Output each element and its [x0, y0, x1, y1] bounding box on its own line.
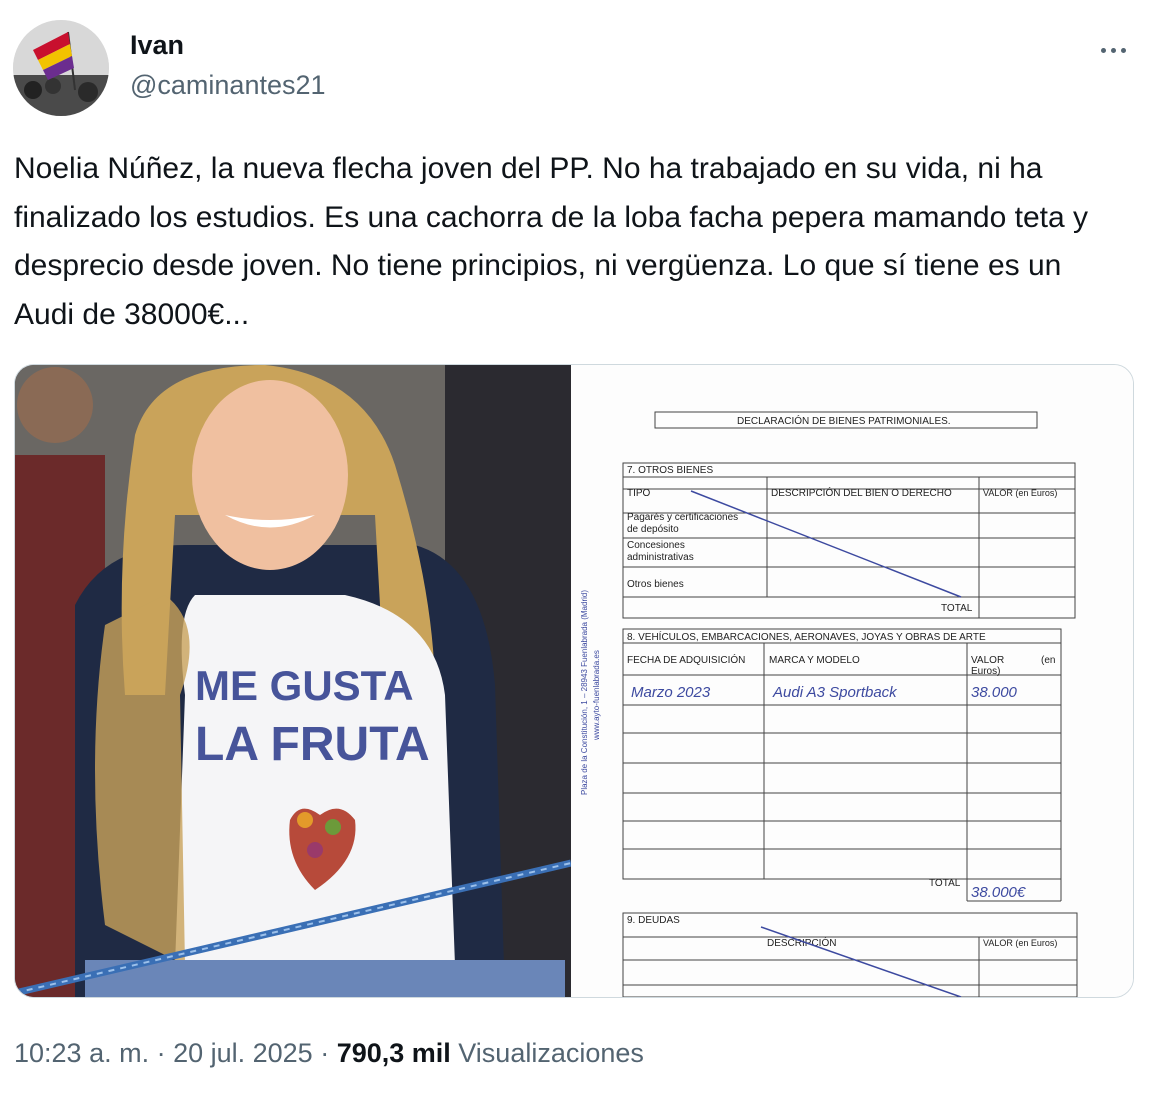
section8-col-date: FECHA DE ADQUISICIÓN — [627, 653, 745, 666]
section7-row-pagares: Pagarés y certificaciones — [627, 512, 738, 523]
views-count: 790,3 mil — [336, 1038, 451, 1068]
shirt-text-line2: LA FRUTA — [195, 718, 430, 771]
section9-col-value: VALOR (en Euros) — [983, 938, 1057, 948]
section9-col-description: DESCRIPCIÓN — [767, 936, 836, 949]
doc-side-website: www.ayto-fuenlabrada.es — [592, 650, 601, 741]
section7-heading: 7. OTROS BIENES — [627, 465, 713, 476]
views-label: Visualizaciones — [458, 1038, 644, 1068]
avatar-image — [13, 20, 109, 116]
asset-declaration-document[interactable]: DECLARACIÓN DE BIENES PATRIMONIALES. 7. … — [571, 365, 1133, 997]
section7-col-value: VALOR (en Euros) — [983, 488, 1057, 498]
author-name[interactable]: Ivan — [130, 30, 184, 61]
section7-total: TOTAL — [941, 603, 973, 614]
doc-title: DECLARACIÓN DE BIENES PATRIMONIALES. — [737, 414, 951, 427]
handwritten-date: Marzo 2023 — [631, 684, 711, 701]
section8-col-model: MARCA Y MODELO — [769, 655, 860, 666]
tweet-photo[interactable]: ME GUSTA LA FRUTA — [15, 365, 572, 997]
section7-col-description: DESCRIPCIÓN DEL BIEN O DERECHO — [771, 486, 952, 499]
section8-col-value: VALOR — [971, 655, 1004, 666]
section8-heading: 8. VEHÍCULOS, EMBARCACIONES, AERONAVES, … — [627, 630, 986, 643]
doc-side-address: Plaza de la Constitución, 1 – 28943 Fuen… — [580, 590, 589, 795]
more-options-icon[interactable] — [1094, 35, 1134, 65]
strike-line-section7 — [690, 490, 962, 598]
section7-row-concesiones: Concesiones — [627, 540, 685, 551]
section8-col-value-en: (en — [1041, 655, 1055, 666]
tweet-timestamp[interactable]: 10:23 a. m. · 20 jul. 2025 · — [14, 1038, 337, 1068]
tweet-media[interactable]: ME GUSTA LA FRUTA DECLARACIÓN DE BIENES … — [14, 364, 1134, 998]
section9-heading: 9. DEUDAS — [627, 915, 680, 926]
section8-total: TOTAL — [929, 878, 961, 889]
avatar[interactable] — [13, 20, 109, 116]
section7-col-type: TIPO — [627, 488, 651, 499]
handwritten-total: 38.000€ — [971, 884, 1026, 901]
section7-row-deposito: de depósito — [627, 524, 679, 535]
shirt-text-line1: ME GUSTA — [195, 662, 414, 709]
author-handle[interactable]: @caminantes21 — [130, 70, 326, 101]
section7-row-otros: Otros bienes — [627, 579, 684, 590]
section8-col-value-euros: Euros) — [971, 666, 1000, 677]
tweet-footer: 10:23 a. m. · 20 jul. 2025 · 790,3 mil V… — [14, 1038, 644, 1069]
handwritten-model: Audi A3 Sportback — [772, 684, 898, 701]
section7-row-administrativas: administrativas — [627, 552, 694, 563]
tweet-text: Noelia Núñez, la nueva flecha joven del … — [14, 152, 1088, 331]
handwritten-value: 38.000 — [971, 684, 1018, 701]
